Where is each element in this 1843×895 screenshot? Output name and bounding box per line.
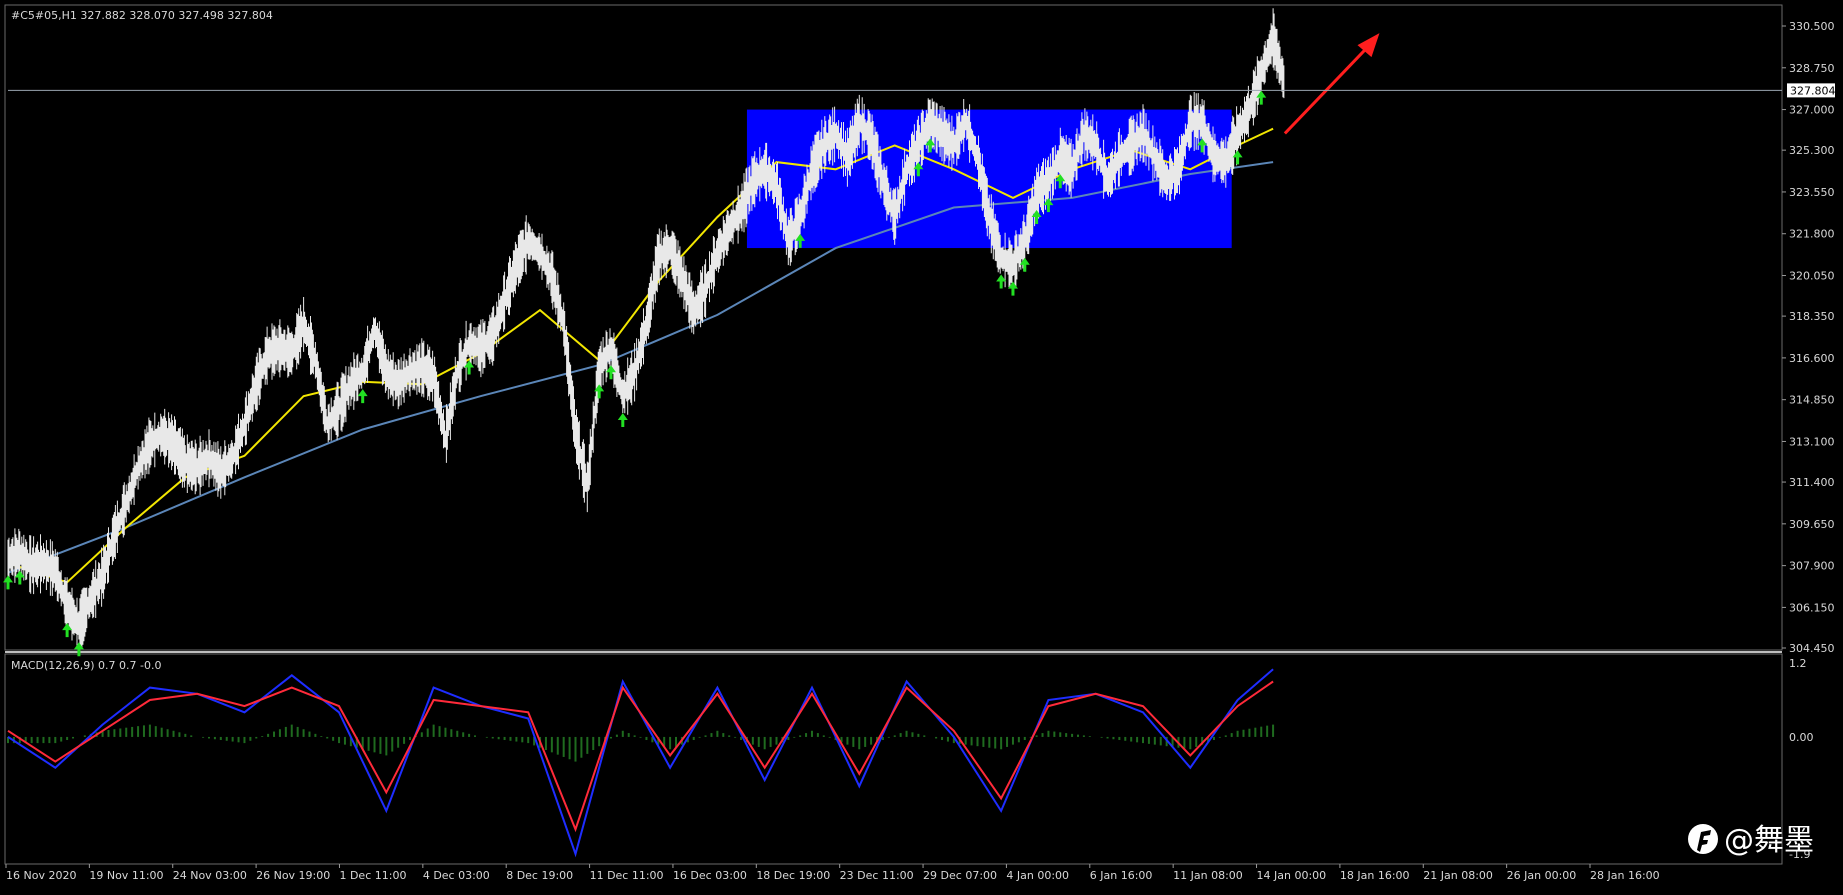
y-axis-tick-label: 321.800 — [1789, 228, 1835, 241]
y-axis-tick-label: 327.000 — [1789, 104, 1835, 117]
x-axis-tick-label: 18 Jan 16:00 — [1340, 869, 1410, 882]
x-axis-tick-label: 4 Jan 00:00 — [1006, 869, 1069, 882]
current-price-label: 327.804 — [1790, 84, 1836, 97]
x-axis-tick-label: 4 Dec 03:00 — [423, 869, 490, 882]
y-axis-tick-label: 311.400 — [1789, 476, 1835, 489]
y-axis-tick-label: 325.300 — [1789, 144, 1835, 157]
x-axis-tick-label: 23 Dec 11:00 — [840, 869, 914, 882]
x-axis-tick-label: 19 Nov 11:00 — [89, 869, 163, 882]
y-axis-tick-label: 304.450 — [1789, 642, 1835, 655]
y-axis-tick-label: 320.050 — [1789, 270, 1835, 283]
x-axis-tick-label: 14 Jan 00:00 — [1257, 869, 1327, 882]
y-axis-tick-label: 330.500 — [1789, 20, 1835, 33]
x-axis-tick-label: 29 Dec 07:00 — [923, 869, 997, 882]
y-axis-tick-label: 314.850 — [1789, 394, 1835, 407]
y-axis-tick-label: 313.100 — [1789, 435, 1835, 448]
x-axis-tick-label: 28 Jan 16:00 — [1590, 869, 1660, 882]
macd-y-axis-tick-label: 0.00 — [1789, 731, 1814, 744]
chart-window[interactable]: 304.450 306.150 307.900 309.650 311.400 313.1… — [0, 0, 1843, 891]
y-axis-tick-label: 307.900 — [1789, 560, 1835, 573]
x-axis-tick-label: 1 Dec 11:00 — [339, 869, 406, 882]
x-axis-tick-label: 24 Nov 03:00 — [173, 869, 247, 882]
x-axis-tick-label: 16 Nov 2020 — [6, 869, 76, 882]
watermark-text: @舞墨 — [1724, 823, 1814, 858]
macd-y-axis-tick-label: 1.2 — [1789, 657, 1807, 670]
y-axis-tick-label: 306.150 — [1789, 601, 1835, 614]
macd-indicator-label: MACD(12,26,9) 0.7 0.7 -0.0 — [11, 659, 161, 672]
x-axis-tick-label: 18 Dec 19:00 — [756, 869, 830, 882]
x-axis-tick-label: 16 Dec 03:00 — [673, 869, 747, 882]
y-axis-tick-label: 328.750 — [1789, 62, 1835, 75]
x-axis-tick-label: 26 Nov 19:00 — [256, 869, 330, 882]
x-axis-tick-label: 11 Dec 11:00 — [590, 869, 664, 882]
y-axis-tick-label: 309.650 — [1789, 518, 1835, 531]
x-axis-tick-label: 11 Jan 08:00 — [1173, 869, 1243, 882]
x-axis-tick-label: 21 Jan 08:00 — [1423, 869, 1493, 882]
price-chart-svg[interactable]: 304.450 306.150 307.900 309.650 311.400 313.1… — [0, 0, 1843, 891]
x-axis-tick-label: 26 Jan 00:00 — [1507, 869, 1577, 882]
y-axis-tick-label: 318.350 — [1789, 310, 1835, 323]
y-axis-tick-label: 323.550 — [1789, 186, 1835, 199]
x-axis-tick-label: 6 Jan 16:00 — [1090, 869, 1153, 882]
x-axis-tick-label: 8 Dec 19:00 — [506, 869, 573, 882]
y-axis-tick-label: 316.600 — [1789, 352, 1835, 365]
watermark: @舞墨 — [1688, 823, 1814, 858]
symbol-info-label: #C5#05,H1 327.882 328.070 327.498 327.80… — [11, 9, 273, 22]
